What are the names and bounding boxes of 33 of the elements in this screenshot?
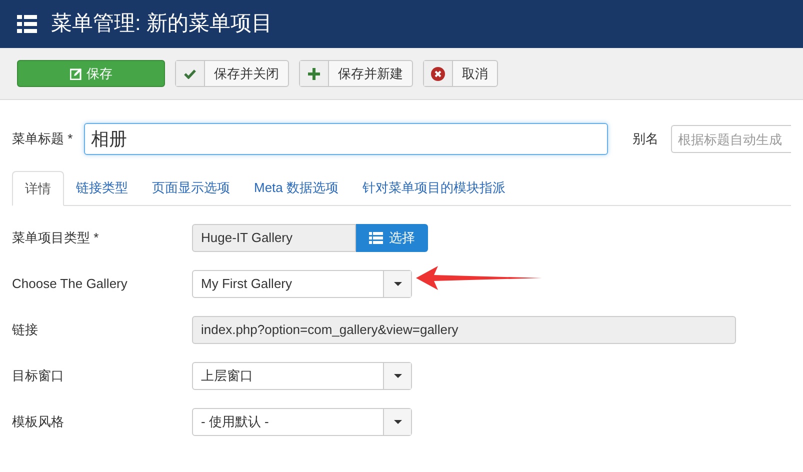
plus-icon <box>308 68 320 80</box>
alias-field[interactable]: 根据标题自动生成 <box>671 125 791 153</box>
title-field[interactable]: 相册 <box>84 123 608 155</box>
tab[interactable]: 页面显示选项 <box>140 171 242 205</box>
tab[interactable]: 链接类型 <box>64 171 140 205</box>
check-icon <box>184 68 196 78</box>
list-icon <box>369 232 383 244</box>
toolbar-button[interactable]: 取消 <box>423 60 498 87</box>
field-label: 模板风格 <box>12 413 65 432</box>
page-title: 菜单管理: 新的菜单项目 <box>51 11 273 38</box>
link-field: index.php?option=com_gallery&view=gallery <box>192 316 736 344</box>
dropdown[interactable]: My First Gallery <box>192 270 412 298</box>
select-button[interactable]: 选择 <box>356 224 428 252</box>
field-label: 目标窗口 <box>12 367 65 386</box>
caret-icon <box>394 282 402 286</box>
caret-icon <box>394 374 402 378</box>
field-label: 链接 <box>12 321 39 340</box>
dropdown[interactable]: - 使用默认 - <box>192 408 412 436</box>
tab[interactable]: 详情 <box>12 171 64 206</box>
menu-type-field: Huge-IT Gallery <box>192 224 356 252</box>
field-label: Choose The Gallery <box>12 275 128 294</box>
edit-icon <box>70 68 82 80</box>
list-icon <box>17 15 37 33</box>
field-label: 菜单标题 * <box>12 130 74 148</box>
tab[interactable]: Meta 数据选项 <box>242 171 351 205</box>
field-label: 菜单项目类型 * <box>12 229 100 248</box>
toolbar-button[interactable]: 保存并新建 <box>299 60 413 87</box>
caret-icon <box>394 420 402 424</box>
field-label: 别名 <box>632 130 660 148</box>
tab[interactable]: 针对菜单项目的模块指派 <box>350 171 518 205</box>
close-icon <box>431 66 445 80</box>
toolbar-button[interactable]: 保存并关闭 <box>175 60 289 87</box>
dropdown[interactable]: 上层窗口 <box>192 362 412 390</box>
